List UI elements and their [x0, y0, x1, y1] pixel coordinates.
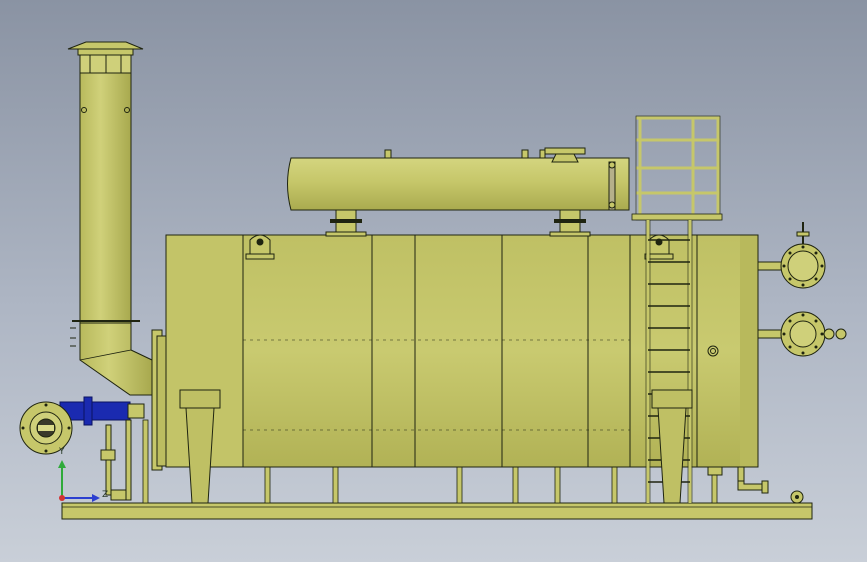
- rear-smokebox: [151, 329, 168, 471]
- coordinate-triad-icon: [58, 460, 100, 502]
- front-nozzles: [757, 222, 847, 357]
- cad-viewport[interactable]: Y Z: [0, 0, 867, 562]
- steam-drum: [287, 147, 630, 237]
- triad-y-label: Y: [59, 447, 65, 457]
- chimney-stack: [67, 41, 153, 396]
- boiler-model: [19, 41, 847, 520]
- triad-z-label: Z: [102, 490, 109, 500]
- base-skid: [61, 490, 813, 520]
- burner-assembly: [19, 396, 145, 501]
